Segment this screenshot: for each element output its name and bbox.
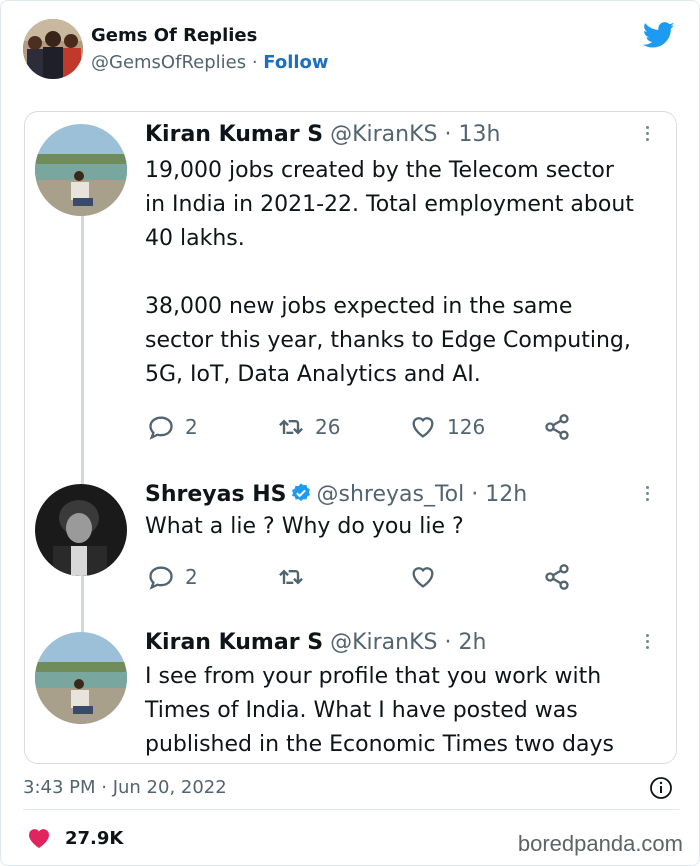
thread-line xyxy=(81,576,84,632)
heart-icon xyxy=(28,829,50,848)
divider xyxy=(23,809,679,810)
author-handle[interactable]: @shreyas_Tol xyxy=(316,482,464,507)
tweet-header: Kiran Kumar S @KiranKS · 13h xyxy=(145,122,501,147)
tweet-line: sector this year, thanks to Edge Computi… xyxy=(145,328,631,353)
author-name[interactable]: Kiran Kumar S xyxy=(145,630,323,655)
author-name[interactable]: Shreyas HS xyxy=(145,482,286,507)
tweet-time[interactable]: 13h xyxy=(458,122,500,147)
share-icon xyxy=(545,414,569,440)
tweet-line: What a lie ? Why do you lie ? xyxy=(145,514,464,539)
more-options-icon[interactable] xyxy=(644,632,650,652)
retweet-button[interactable] xyxy=(277,562,315,592)
tweet-line: 38,000 new jobs expected in the same xyxy=(145,294,573,319)
heart-icon xyxy=(412,567,434,588)
tweet-header: Kiran Kumar S @KiranKS · 2h xyxy=(145,630,487,655)
author-handle[interactable]: @KiranKS xyxy=(330,122,437,147)
share-icon xyxy=(545,564,569,590)
verified-badge-icon xyxy=(292,483,311,501)
embedded-tweet: Gems Of Replies @GemsOfReplies · Follow … xyxy=(0,0,700,866)
like-count: 27.9K xyxy=(65,827,124,849)
tweet-header: Gems Of Replies @GemsOfReplies · Follow xyxy=(23,19,679,81)
account-name[interactable]: Gems Of Replies xyxy=(91,25,257,46)
twitter-logo-icon[interactable] xyxy=(643,19,675,51)
share-button[interactable] xyxy=(543,562,581,592)
avatar[interactable] xyxy=(35,124,127,216)
tweet-line: I see from your profile that you work wi… xyxy=(145,664,602,689)
watermark: boredpanda.com xyxy=(517,831,683,856)
like-button[interactable]: 126 xyxy=(409,412,485,442)
info-icon[interactable] xyxy=(649,776,673,800)
tweet-line: published in the Economic Times two days xyxy=(145,732,614,757)
tweet-actions: 2 26 126 xyxy=(147,412,587,442)
tweet-timestamp[interactable]: 3:43 PM · Jun 20, 2022 xyxy=(23,777,227,798)
tweet-text: I see from your profile that you work wi… xyxy=(145,660,665,762)
reply-button[interactable]: 2 xyxy=(147,412,198,442)
tweet-line: 40 lakhs. xyxy=(145,226,245,251)
follow-button[interactable]: Follow xyxy=(263,52,328,73)
retweet-icon xyxy=(279,569,303,585)
like-count-button[interactable]: 27.9K xyxy=(27,827,123,849)
heart-icon xyxy=(412,417,434,438)
more-options-icon[interactable] xyxy=(644,484,650,504)
tweet-text: What a lie ? Why do you lie ? xyxy=(145,510,665,544)
embedded-screenshot: Kiran Kumar S @KiranKS · 13h 19,000 jobs… xyxy=(24,111,677,764)
account-handle[interactable]: @GemsOfReplies xyxy=(91,52,246,73)
avatar[interactable] xyxy=(23,19,83,79)
reply-icon xyxy=(149,566,173,590)
tweet-time[interactable]: 12h xyxy=(485,482,527,507)
avatar[interactable] xyxy=(35,484,127,576)
account-handle-line: @GemsOfReplies · Follow xyxy=(91,52,329,73)
retweet-icon xyxy=(279,419,303,435)
tweet-actions: 2 xyxy=(147,562,587,592)
like-button[interactable] xyxy=(409,562,447,592)
tweet-line xyxy=(145,256,665,290)
tweet-line: 19,000 jobs created by the Telecom secto… xyxy=(145,158,614,183)
tweet-header: Shreyas HS @shreyas_Tol · 12h xyxy=(145,482,528,507)
separator: · xyxy=(246,52,264,73)
more-options-icon[interactable] xyxy=(644,124,650,144)
tweet-text: 19,000 jobs created by the Telecom secto… xyxy=(145,154,665,392)
author-handle[interactable]: @KiranKS xyxy=(330,630,437,655)
tweet-line: in India in 2021-22. Total employment ab… xyxy=(145,192,634,217)
author-name[interactable]: Kiran Kumar S xyxy=(145,122,323,147)
reply-button[interactable]: 2 xyxy=(147,562,198,592)
tweet-time[interactable]: 2h xyxy=(458,630,486,655)
avatar[interactable] xyxy=(35,632,127,724)
tweet-line: Times of India. What I have posted was xyxy=(145,698,578,723)
retweet-button[interactable]: 26 xyxy=(277,412,340,442)
share-button[interactable] xyxy=(543,412,581,442)
reply-icon xyxy=(149,416,173,440)
tweet-line: 5G, IoT, Data Analytics and AI. xyxy=(145,362,481,387)
